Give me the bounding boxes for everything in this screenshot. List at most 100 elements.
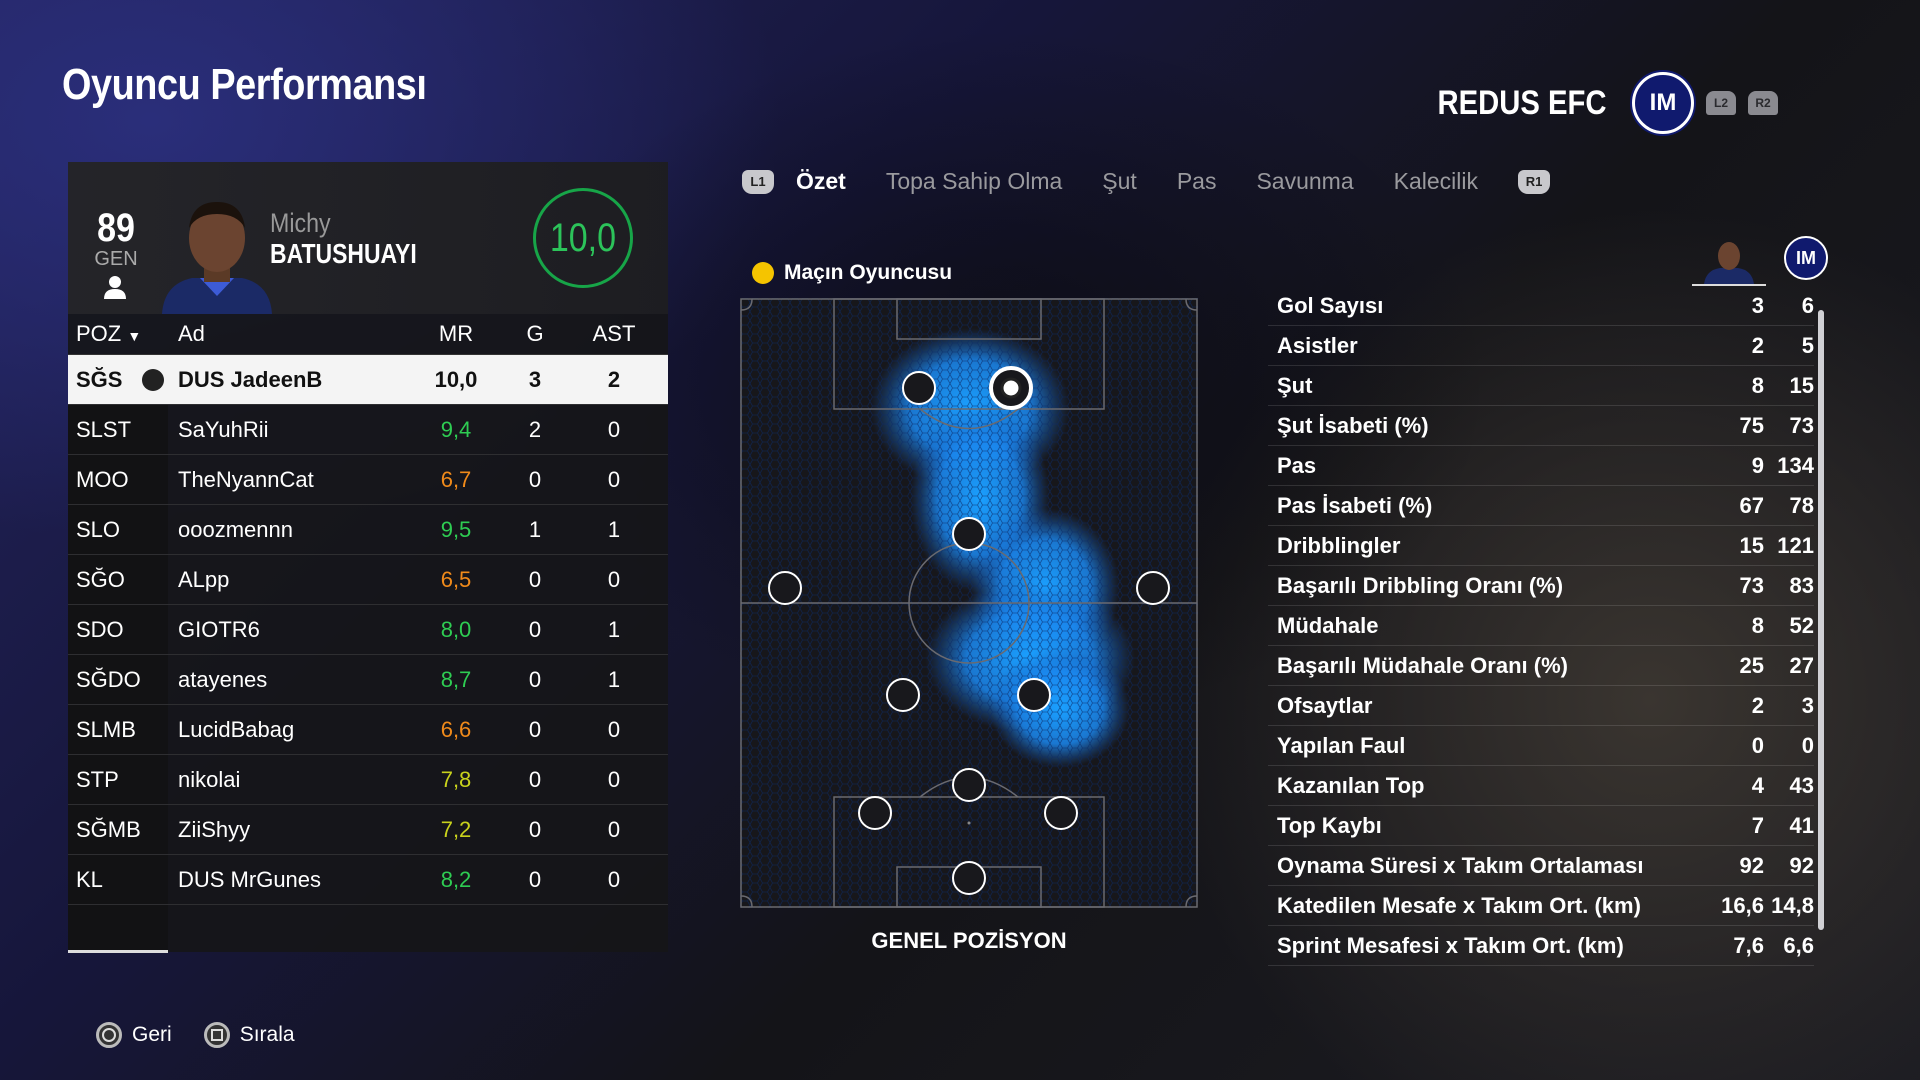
row-pos: SLMB — [68, 705, 168, 754]
stat-label: Pas İsabeti (%) — [1277, 492, 1433, 518]
stat-row: Katedilen Mesafe x Takım Ort. (km) 16,6 14… — [1268, 886, 1814, 926]
r2-trigger-icon[interactable]: R2 — [1748, 91, 1778, 115]
row-pos: KL — [68, 855, 168, 904]
table-row[interactable]: SĞDO atayenes 8,7 0 1 — [68, 655, 668, 705]
col-pos[interactable]: POZ ▼ — [68, 321, 168, 347]
player-marker — [858, 796, 892, 830]
stat-team-value: 73 — [1789, 412, 1814, 438]
stat-team-value: 43 — [1789, 772, 1814, 798]
row-pos: SLO — [68, 505, 168, 554]
table-row[interactable]: SDO GIOTR6 8,0 0 1 — [68, 605, 668, 655]
col-ast: AST — [592, 321, 636, 346]
table-header: POZ ▼ Ad MR G AST — [68, 314, 668, 355]
row-goals: 2 — [528, 416, 542, 442]
row-goals: 0 — [528, 616, 542, 642]
l2-trigger-icon[interactable]: L2 — [1706, 91, 1736, 115]
table-row[interactable]: SLMB LucidBabag 6,6 0 0 — [68, 705, 668, 755]
club-header: REDUS EFC IM L2 R2 — [1410, 72, 1778, 134]
table-row[interactable]: SĞMB ZiiShyy 7,2 0 0 — [68, 805, 668, 855]
row-goals: 0 — [528, 566, 542, 592]
stat-label: Ofsaytlar — [1277, 692, 1373, 718]
row-goals: 1 — [528, 516, 542, 542]
row-pos: STP — [68, 755, 168, 804]
motm-ball-icon — [752, 262, 774, 284]
row-name: ZiiShyy — [178, 816, 251, 842]
match-rating-ring: 10,0 — [533, 188, 633, 288]
tab-savunma[interactable]: Savunma — [1256, 168, 1353, 195]
table-row[interactable]: SLO ooozmennn 9,5 1 1 — [68, 505, 668, 555]
player-marker — [952, 517, 986, 551]
table-row[interactable]: SĞS DUS JadeenB 10,0 3 2 — [68, 355, 668, 405]
stat-row: Başarılı Müdahale Oranı (%) 25 27 — [1268, 646, 1814, 686]
stat-row: Top Kaybı 7 41 — [1268, 806, 1814, 846]
stat-player-value: 67 — [1739, 492, 1764, 518]
row-rating: 6,6 — [440, 716, 472, 742]
tab-kalecilik[interactable]: Kalecilik — [1394, 168, 1478, 195]
footer-controls: Geri Sırala — [96, 1022, 295, 1048]
row-rating: 6,5 — [440, 566, 472, 592]
pitch-heatmap — [740, 298, 1198, 908]
stat-team-value: 52 — [1789, 612, 1814, 638]
player-marker — [1017, 678, 1051, 712]
table-row[interactable]: STP nikolai 7,8 0 0 — [68, 755, 668, 805]
circle-button-icon[interactable] — [96, 1022, 122, 1048]
scrollbar-thumb[interactable] — [1818, 310, 1824, 930]
table-row[interactable]: KL DUS MrGunes 8,2 0 0 — [68, 855, 668, 905]
stat-row: Gol Sayısı 3 6 — [1268, 286, 1814, 326]
stat-label: Kazanılan Top — [1277, 772, 1425, 798]
stat-team-value: 5 — [1801, 332, 1814, 358]
player-portrait — [162, 202, 272, 314]
player-rows: SĞS DUS JadeenB 10,0 3 2 SLST SaYuhRii 9,4 2 0 MOO… — [68, 355, 668, 905]
player-header: 89 GEN Michy BATUSHUAYI 10,0 — [68, 162, 668, 314]
tab-pas[interactable]: Pas — [1177, 168, 1217, 195]
row-assists: 0 — [607, 766, 621, 792]
table-row[interactable]: SĞO ALpp 6,5 0 0 — [68, 555, 668, 605]
r1-button-icon[interactable]: R1 — [1518, 169, 1550, 194]
stat-row: Başarılı Dribbling Oranı (%) 73 83 — [1268, 566, 1814, 606]
overall-label: GEN — [94, 248, 138, 270]
row-pos: SĞO — [68, 555, 168, 604]
row-rating: 10,0 — [434, 366, 478, 392]
row-name: DUS JadeenB — [178, 366, 323, 392]
tab-topa-sahip-olma[interactable]: Topa Sahip Olma — [886, 168, 1062, 195]
stat-row: Şut İsabeti (%) 75 73 — [1268, 406, 1814, 446]
stat-team-value: 134 — [1777, 452, 1814, 478]
stat-player-value: 9 — [1751, 452, 1764, 478]
team-badge-icon: IM — [1784, 236, 1828, 280]
stats-list: Gol Sayısı 3 6 Asistler 2 5 Şut 8 15 Şut İsabeti … — [1268, 286, 1814, 966]
stats-scrollbar[interactable] — [1818, 310, 1824, 930]
row-goals: 0 — [528, 666, 542, 692]
row-name: DUS MrGunes — [178, 866, 322, 892]
player-marker — [886, 678, 920, 712]
row-name: TheNyannCat — [178, 466, 314, 492]
table-row[interactable]: MOO TheNyannCat 6,7 0 0 — [68, 455, 668, 505]
square-button-icon[interactable] — [203, 1022, 230, 1048]
back-label[interactable]: Geri — [132, 1023, 172, 1047]
row-pos: SLST — [68, 405, 168, 454]
stat-row: Sprint Mesafesi x Takım Ort. (km) 7,6 6,6 — [1268, 926, 1814, 966]
stat-label: Müdahale — [1277, 612, 1379, 638]
row-rating: 8,2 — [440, 866, 472, 892]
l1-button-icon[interactable]: L1 — [742, 169, 774, 194]
row-goals: 3 — [528, 366, 542, 392]
overall-value: 89 — [97, 206, 135, 250]
stat-label: Top Kaybı — [1277, 812, 1382, 838]
stat-player-value: 15 — [1739, 532, 1764, 558]
row-rating: 8,7 — [440, 666, 472, 692]
stat-label: Pas — [1277, 452, 1317, 478]
stat-player-value: 7 — [1751, 812, 1764, 838]
row-goals: 0 — [528, 466, 542, 492]
tab-sut[interactable]: Şut — [1102, 168, 1137, 195]
man-of-the-match: Maçın Oyuncusu — [752, 261, 952, 285]
sort-label[interactable]: Sırala — [240, 1023, 295, 1047]
table-row[interactable]: SLST SaYuhRii 9,4 2 0 — [68, 405, 668, 455]
row-goals: 0 — [528, 866, 542, 892]
row-name: ALpp — [178, 566, 230, 592]
penalty-spot — [967, 821, 971, 825]
player-mini-portrait — [1692, 242, 1766, 286]
stat-team-value: 15 — [1789, 372, 1814, 398]
row-assists: 2 — [607, 366, 621, 392]
stat-label: Dribblingler — [1277, 532, 1401, 558]
stat-row: Asistler 2 5 — [1268, 326, 1814, 366]
tab-ozet[interactable]: Özet — [796, 168, 846, 195]
